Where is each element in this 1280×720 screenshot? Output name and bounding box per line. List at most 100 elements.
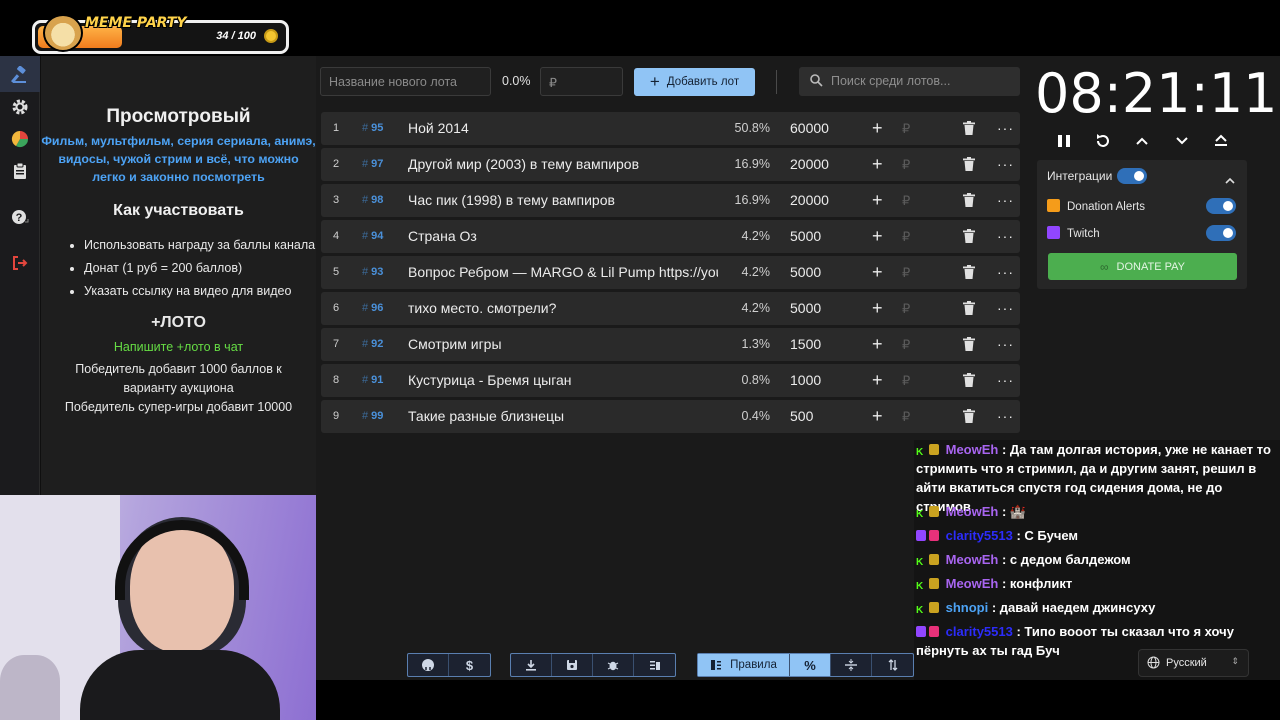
lot-row[interactable]: 6 #96 тихо место. смотрели? 4.2% 5000 + ₽ ···	[321, 292, 1020, 325]
lot-amount[interactable]: 5000	[790, 292, 821, 325]
compress-icon[interactable]	[831, 654, 872, 676]
ruble-input[interactable]: ₽	[902, 112, 910, 145]
lot-name[interactable]: Смотрим игры	[408, 328, 718, 361]
ruble-input[interactable]: ₽	[902, 184, 910, 217]
more-options-icon[interactable]: ···	[997, 148, 1014, 181]
more-options-icon[interactable]: ···	[997, 328, 1014, 361]
lot-row[interactable]: 3 #98 Час пик (1998) в тему вампиров 16.9% 2…	[321, 184, 1020, 217]
lot-id[interactable]: #98	[362, 184, 383, 217]
percent-toggle-button[interactable]: %	[790, 654, 831, 676]
lot-row[interactable]: 1 #95 Ной 2014 50.8% 60000 + ₽ ···	[321, 112, 1020, 145]
double-chevron-up-icon[interactable]	[1211, 131, 1231, 151]
logout-icon[interactable]	[10, 253, 30, 273]
add-lot-button[interactable]: + Добавить лот	[634, 68, 755, 96]
more-options-icon[interactable]: ···	[997, 112, 1014, 145]
trash-icon[interactable]	[963, 373, 975, 389]
restart-icon[interactable]	[1093, 131, 1113, 151]
lot-row[interactable]: 4 #94 Страна Оз 4.2% 5000 + ₽ ···	[321, 220, 1020, 253]
rules-toggle-button[interactable]: Правила	[698, 654, 790, 676]
trash-icon[interactable]	[963, 157, 975, 173]
lot-row[interactable]: 8 #91 Кустурица - Бремя цыган 0.8% 1000 + ₽ ···	[321, 364, 1020, 397]
pie-chart-icon[interactable]	[10, 129, 30, 149]
lot-amount[interactable]: 5000	[790, 220, 821, 253]
lot-amount[interactable]: 60000	[790, 112, 829, 145]
add-amount-button[interactable]: +	[872, 292, 883, 325]
ruble-input[interactable]: ₽	[902, 256, 910, 289]
lot-id[interactable]: #97	[362, 148, 383, 181]
bug-icon[interactable]	[593, 654, 634, 676]
ruble-input[interactable]: ₽	[902, 148, 910, 181]
donation-alerts-toggle[interactable]	[1206, 198, 1236, 214]
lot-amount[interactable]: 1000	[790, 364, 821, 397]
more-options-icon[interactable]: ···	[997, 292, 1014, 325]
chevron-up-icon[interactable]	[1225, 171, 1235, 189]
donatepay-button[interactable]: ∞ DONATE PAY	[1048, 253, 1237, 280]
add-amount-button[interactable]: +	[872, 220, 883, 253]
trash-icon[interactable]	[963, 229, 975, 245]
chevron-down-icon[interactable]	[1172, 131, 1192, 151]
lot-name[interactable]: Страна Оз	[408, 220, 718, 253]
lot-name[interactable]: Вопрос Ребром — MARGO & Lil Pump https:/…	[408, 256, 718, 289]
lot-name[interactable]: Ной 2014	[408, 112, 718, 145]
lot-name[interactable]: Час пик (1998) в тему вампиров	[408, 184, 718, 217]
more-options-icon[interactable]: ···	[997, 364, 1014, 397]
integrations-toggle[interactable]	[1117, 168, 1147, 184]
more-options-icon[interactable]: ···	[997, 400, 1014, 433]
gear-icon[interactable]	[10, 97, 30, 117]
new-lot-amount-input[interactable]: ₽	[540, 67, 623, 96]
trash-icon[interactable]	[963, 121, 975, 137]
add-amount-button[interactable]: +	[872, 256, 883, 289]
lot-search-input[interactable]: Поиск среди лотов...	[799, 67, 1020, 96]
lot-amount[interactable]: 500	[790, 400, 813, 433]
lot-name[interactable]: Такие разные близнецы	[408, 400, 718, 433]
download-icon[interactable]	[511, 654, 552, 676]
lot-amount[interactable]: 20000	[790, 184, 829, 217]
ruble-input[interactable]: ₽	[902, 220, 910, 253]
add-amount-button[interactable]: +	[872, 400, 883, 433]
more-options-icon[interactable]: ···	[997, 220, 1014, 253]
more-options-icon[interactable]: ···	[997, 256, 1014, 289]
chevron-up-icon[interactable]	[1132, 131, 1152, 151]
dollar-icon[interactable]: $	[449, 654, 490, 676]
add-amount-button[interactable]: +	[872, 112, 883, 145]
github-icon[interactable]	[408, 654, 449, 676]
lot-row[interactable]: 2 #97 Другой мир (2003) в тему вампиров 16.…	[321, 148, 1020, 181]
lot-name[interactable]: Кустурица - Бремя цыган	[408, 364, 718, 397]
sort-icon[interactable]	[872, 654, 913, 676]
twitch-toggle[interactable]	[1206, 225, 1236, 241]
add-amount-button[interactable]: +	[872, 184, 883, 217]
save-icon[interactable]	[552, 654, 593, 676]
lot-row[interactable]: 7 #92 Смотрим игры 1.3% 1500 + ₽ ···	[321, 328, 1020, 361]
new-lot-name-input[interactable]: Название нового лота	[320, 67, 491, 96]
lot-amount[interactable]: 1500	[790, 328, 821, 361]
lot-name[interactable]: Другой мир (2003) в тему вампиров	[408, 148, 718, 181]
lot-row[interactable]: 5 #93 Вопрос Ребром — MARGO & Lil Pump htt…	[321, 256, 1020, 289]
lot-amount[interactable]: 20000	[790, 148, 829, 181]
ruble-input[interactable]: ₽	[902, 328, 910, 361]
add-amount-button[interactable]: +	[872, 148, 883, 181]
lot-id[interactable]: #93	[362, 256, 383, 289]
add-amount-button[interactable]: +	[872, 328, 883, 361]
lot-id[interactable]: #92	[362, 328, 383, 361]
lot-id[interactable]: #95	[362, 112, 383, 145]
trash-icon[interactable]	[963, 193, 975, 209]
clipboard-icon[interactable]	[10, 161, 30, 181]
pause-icon[interactable]	[1054, 131, 1074, 151]
lot-name[interactable]: тихо место. смотрели?	[408, 292, 718, 325]
lot-amount[interactable]: 5000	[790, 256, 821, 289]
language-select[interactable]: Русский ⇕	[1138, 649, 1249, 677]
ruble-input[interactable]: ₽	[902, 364, 910, 397]
lot-row[interactable]: 9 #99 Такие разные близнецы 0.4% 500 + ₽ ···	[321, 400, 1020, 433]
lot-id[interactable]: #91	[362, 364, 383, 397]
more-options-icon[interactable]: ···	[997, 184, 1014, 217]
ruble-input[interactable]: ₽	[902, 400, 910, 433]
lot-id[interactable]: #94	[362, 220, 383, 253]
trash-icon[interactable]	[963, 337, 975, 353]
gavel-icon[interactable]	[10, 65, 30, 85]
ruble-input[interactable]: ₽	[902, 292, 910, 325]
lot-id[interactable]: #96	[362, 292, 383, 325]
lot-id[interactable]: #99	[362, 400, 383, 433]
help-icon[interactable]: ?	[10, 207, 30, 227]
trash-icon[interactable]	[963, 301, 975, 317]
clear-list-icon[interactable]	[634, 654, 675, 676]
